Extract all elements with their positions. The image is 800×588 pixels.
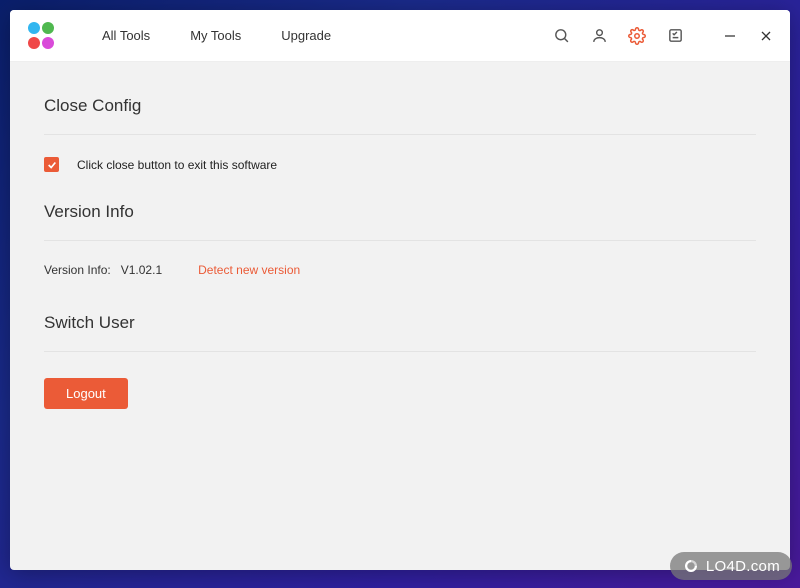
minimize-button[interactable] <box>722 28 738 44</box>
close-exit-checkbox[interactable] <box>44 157 59 172</box>
primary-nav: All Tools My Tools Upgrade <box>102 28 331 43</box>
version-row: Version Info: V1.02.1 Detect new version <box>44 263 756 277</box>
nav-my-tools[interactable]: My Tools <box>190 28 241 43</box>
window-controls <box>722 28 774 44</box>
watermark-text: LO4D.com <box>706 558 780 575</box>
close-config-option: Click close button to exit this software <box>44 157 756 172</box>
detect-new-version-link[interactable]: Detect new version <box>198 263 300 277</box>
header-actions <box>552 27 790 45</box>
nav-upgrade[interactable]: Upgrade <box>281 28 331 43</box>
search-icon[interactable] <box>552 27 570 45</box>
watermark-badge: LO4D.com <box>670 552 792 580</box>
close-config-title: Close Config <box>44 96 756 116</box>
nav-all-tools[interactable]: All Tools <box>102 28 150 43</box>
version-info-title: Version Info <box>44 202 756 222</box>
settings-content: Close Config Click close button to exit … <box>10 62 790 409</box>
user-icon[interactable] <box>590 27 608 45</box>
close-button[interactable] <box>758 28 774 44</box>
header-bar: All Tools My Tools Upgrade <box>10 10 790 62</box>
divider <box>44 240 756 241</box>
close-exit-label: Click close button to exit this software <box>77 158 277 172</box>
tasks-icon[interactable] <box>666 27 684 45</box>
version-info-label: Version Info: <box>44 263 111 277</box>
version-value: V1.02.1 <box>121 263 162 277</box>
logout-button[interactable]: Logout <box>44 378 128 409</box>
app-window: All Tools My Tools Upgrade <box>10 10 790 570</box>
settings-icon[interactable] <box>628 27 646 45</box>
switch-user-title: Switch User <box>44 313 756 333</box>
divider <box>44 134 756 135</box>
app-logo <box>28 22 56 50</box>
divider <box>44 351 756 352</box>
version-label-value: Version Info: V1.02.1 <box>44 263 162 277</box>
watermark-icon <box>682 557 700 575</box>
